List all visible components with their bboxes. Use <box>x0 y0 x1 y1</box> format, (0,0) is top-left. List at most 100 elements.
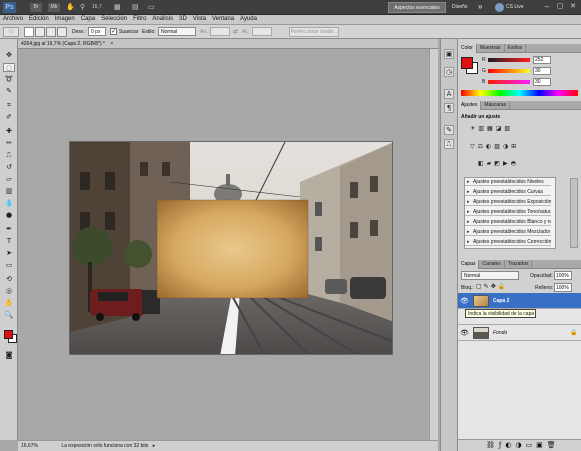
character-panel-icon[interactable]: A <box>444 89 454 99</box>
move-tool-icon[interactable]: ✥ <box>3 51 15 60</box>
channel-g-slider[interactable] <box>488 69 530 73</box>
3d-orbit-tool-icon[interactable]: ◎ <box>3 287 15 296</box>
opacity-input[interactable]: 100% <box>554 271 572 280</box>
arrange-icon[interactable]: ▤ <box>132 3 144 12</box>
height-input[interactable] <box>252 27 272 36</box>
menu-item-7[interactable]: 3D <box>176 15 190 22</box>
brush-panel-icon[interactable]: ✎ <box>444 125 454 135</box>
feather-input[interactable]: 0 px <box>88 27 106 36</box>
adjustment-icons-row-3[interactable]: ◧▰◩▶◓ <box>478 160 519 167</box>
brush-tool-icon[interactable]: ✏ <box>3 139 15 148</box>
blend-mode-select[interactable]: Normal <box>461 271 519 280</box>
hand-tool-icon[interactable]: ✋ <box>3 299 15 308</box>
tab-layers[interactable]: Capas <box>458 260 480 269</box>
gradient-tool-icon[interactable]: ▥ <box>3 187 15 196</box>
tab-adjustments[interactable]: Ajustes <box>458 101 482 110</box>
menu-item-4[interactable]: Selección <box>98 15 130 22</box>
eraser-tool-icon[interactable]: ▱ <box>3 175 15 184</box>
menu-item-9[interactable]: Ventana <box>209 15 237 22</box>
channel-r-input[interactable]: 252 <box>533 56 551 64</box>
status-zoom[interactable]: 16,67% <box>21 443 38 449</box>
quick-select-tool-icon[interactable]: ✎ <box>3 87 15 96</box>
adjustment-icons-row-1[interactable]: ☀▥▦◪▧ <box>470 125 513 132</box>
cslive-icon[interactable] <box>495 3 504 12</box>
hand-icon[interactable]: ✋ <box>66 3 76 12</box>
menu-item-8[interactable]: Vista <box>190 15 209 22</box>
color-spectrum-bar[interactable] <box>461 90 578 96</box>
refine-edge-button[interactable]: Perfeccionar borde... <box>289 27 339 37</box>
channel-r-slider[interactable] <box>488 58 530 62</box>
pen-tool-icon[interactable]: ✒ <box>3 225 15 234</box>
maximize-button[interactable]: ▢ <box>554 2 566 12</box>
eyedropper-tool-icon[interactable]: ✐ <box>3 113 15 122</box>
preset-hue-saturation[interactable]: Ajustes preestablecidos Tono/satur... <box>465 209 551 216</box>
preset-curves[interactable]: Ajustes preestablecidos Curvas <box>465 189 551 196</box>
foreground-color-swatch[interactable] <box>4 330 13 339</box>
vertical-scrollbar[interactable] <box>429 49 438 440</box>
bridge-button[interactable]: Br <box>30 3 42 12</box>
menu-item-1[interactable]: Edición <box>26 15 52 22</box>
tab-paths[interactable]: Trazados <box>505 260 533 269</box>
presets-scrollbar[interactable] <box>570 178 578 248</box>
channel-b-slider[interactable] <box>488 80 530 84</box>
menu-item-5[interactable]: Filtro <box>130 15 149 22</box>
paragraph-panel-icon[interactable]: ¶ <box>444 103 454 113</box>
tab-swatches[interactable]: Muestras <box>477 44 505 53</box>
channel-b-input[interactable]: 30 <box>533 78 551 86</box>
marquee-tool-icon[interactable]: ◌ <box>3 63 15 72</box>
status-arrow-icon[interactable]: ▸ <box>153 443 156 449</box>
new-selection-icon[interactable] <box>24 27 34 37</box>
style-select[interactable]: Normal <box>158 27 196 36</box>
tab-masks[interactable]: Máscaras <box>481 101 511 110</box>
menu-item-3[interactable]: Capa <box>78 15 98 22</box>
layers-bottom-toolbar[interactable]: ⛓ƒ◐◑▭▣🗑 <box>458 439 581 451</box>
swap-icon[interactable]: ⇄ <box>233 28 238 35</box>
layer-row-fondo[interactable]: 👁 Fondo 🔒 <box>458 325 581 341</box>
add-selection-icon[interactable] <box>35 27 45 37</box>
history-brush-tool-icon[interactable]: ↺ <box>3 163 15 172</box>
menu-item-6[interactable]: Análisis <box>149 15 176 22</box>
tab-channels[interactable]: Canales <box>479 260 505 269</box>
marquee-preset-icon[interactable]: ◌ <box>3 27 19 37</box>
minibridge-button[interactable]: Mb <box>48 3 60 12</box>
more-workspaces-button[interactable]: » <box>478 2 482 11</box>
visibility-eye-icon[interactable]: 👁 <box>460 329 469 337</box>
color-foreground-swatch[interactable] <box>461 57 473 69</box>
document-close-button[interactable]: × <box>110 41 113 47</box>
type-tool-icon[interactable]: T <box>3 237 15 246</box>
tab-styles[interactable]: Estilos <box>505 44 527 53</box>
zoom-tool-icon[interactable]: 🔍 <box>3 311 15 320</box>
close-window-button[interactable]: ✕ <box>567 2 579 12</box>
layer-name[interactable]: Fondo <box>493 330 507 336</box>
document-canvas[interactable] <box>69 141 393 355</box>
width-input[interactable] <box>210 27 230 36</box>
subtract-selection-icon[interactable] <box>46 27 56 37</box>
fill-input[interactable]: 100% <box>554 283 572 292</box>
minimize-button[interactable]: – <box>541 2 553 12</box>
lasso-tool-icon[interactable]: ➰ <box>3 75 15 84</box>
tab-color[interactable]: Color <box>458 44 477 53</box>
healing-brush-tool-icon[interactable]: ✚ <box>3 127 15 136</box>
quick-mask-icon[interactable]: ◙ <box>3 351 15 360</box>
zoom-tool-icon[interactable]: ⚲ <box>80 3 90 12</box>
adjustment-icons-row-2[interactable]: ▽⚖◐▨◑⊞ <box>470 143 519 150</box>
preset-levels[interactable]: Ajustes preestablecidos Niveles <box>465 179 551 186</box>
3d-rotate-tool-icon[interactable]: ⟲ <box>3 275 15 284</box>
zoom-level[interactable]: 16,7 <box>92 4 102 10</box>
channel-g-input[interactable]: 30 <box>533 67 551 75</box>
cslive-label[interactable]: CS Live <box>506 4 524 10</box>
workspace-design-button[interactable]: Diseño <box>452 4 468 10</box>
menu-item-10[interactable]: Ayuda <box>237 15 260 22</box>
screen-mode-icon[interactable]: ▭ <box>148 3 160 12</box>
shape-tool-icon[interactable]: ▭ <box>3 261 15 270</box>
document-tab[interactable]: 4264.jpg al 16,7% (Capa 2, RGB/8*) * × <box>18 39 438 49</box>
antialias-checkbox[interactable]: ✓ <box>110 28 117 35</box>
menu-item-2[interactable]: Imagen <box>52 15 78 22</box>
preset-exposure[interactable]: Ajustes preestablecidos Exposición <box>465 199 551 206</box>
lock-icons[interactable]: ▢✎✥🔒 <box>476 283 507 290</box>
intersect-selection-icon[interactable] <box>57 27 67 37</box>
layer-row-capa-2[interactable]: 👁 Capa 2 <box>458 293 581 309</box>
workspace-essentials-button[interactable]: Aspectos esenciales <box>388 2 446 13</box>
clone-source-panel-icon[interactable]: ⎍ <box>444 139 454 149</box>
preset-selective-color[interactable]: Ajustes preestablecidos Corrección ... <box>465 239 551 246</box>
